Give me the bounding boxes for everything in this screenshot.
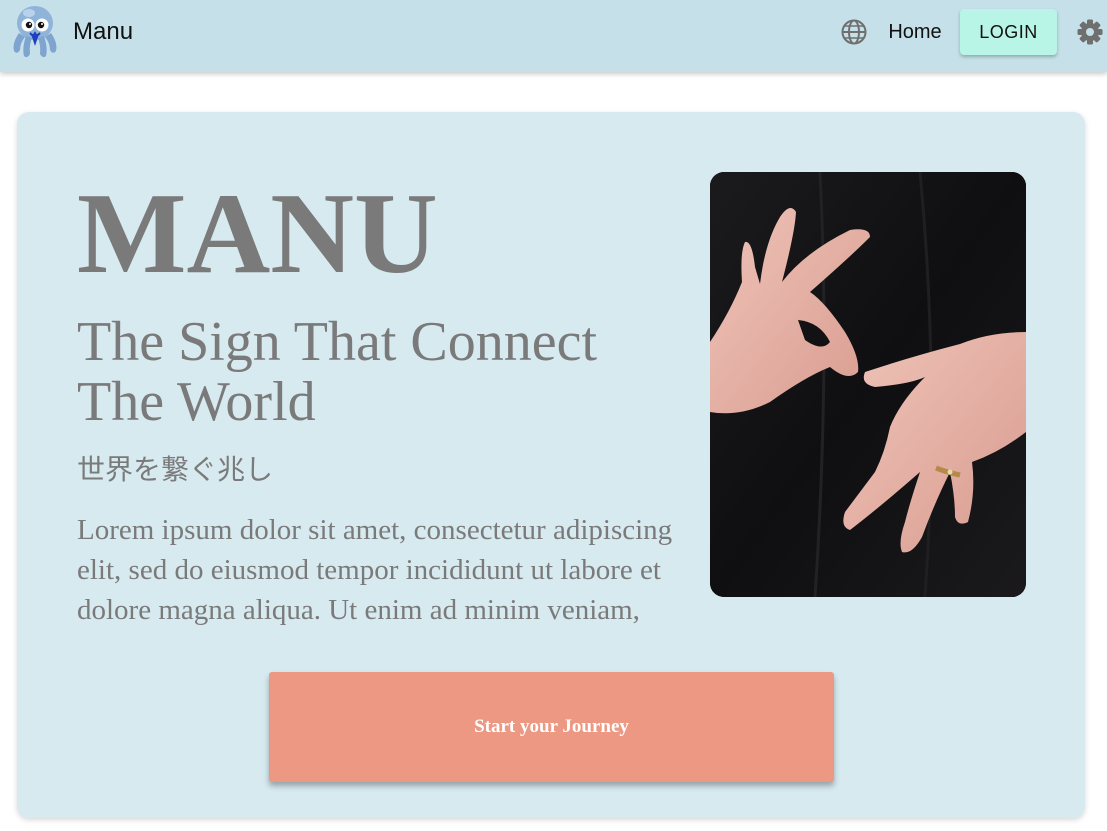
- hero-card: MANU The Sign That Connect The World 世界を…: [17, 112, 1085, 818]
- brand-name[interactable]: Manu: [73, 18, 133, 46]
- hero-title: MANU: [77, 170, 438, 298]
- hero-subtitle: The Sign That Connect The World: [77, 311, 597, 433]
- app-bar: Manu Home LOGIN: [0, 0, 1107, 72]
- hero-subtitle-japanese: 世界を繋ぐ兆し: [77, 453, 274, 486]
- start-journey-button[interactable]: Start your Journey: [269, 672, 834, 782]
- nav-home-link[interactable]: Home: [880, 18, 950, 46]
- sign-language-hands-photo: [710, 172, 1026, 597]
- login-button[interactable]: LOGIN: [960, 9, 1057, 55]
- globe-icon[interactable]: [840, 18, 868, 46]
- hero-description: Lorem ipsum dolor sit amet, consectetur …: [77, 514, 673, 626]
- octopus-logo-icon[interactable]: [8, 3, 62, 61]
- gear-icon[interactable]: [1076, 18, 1104, 46]
